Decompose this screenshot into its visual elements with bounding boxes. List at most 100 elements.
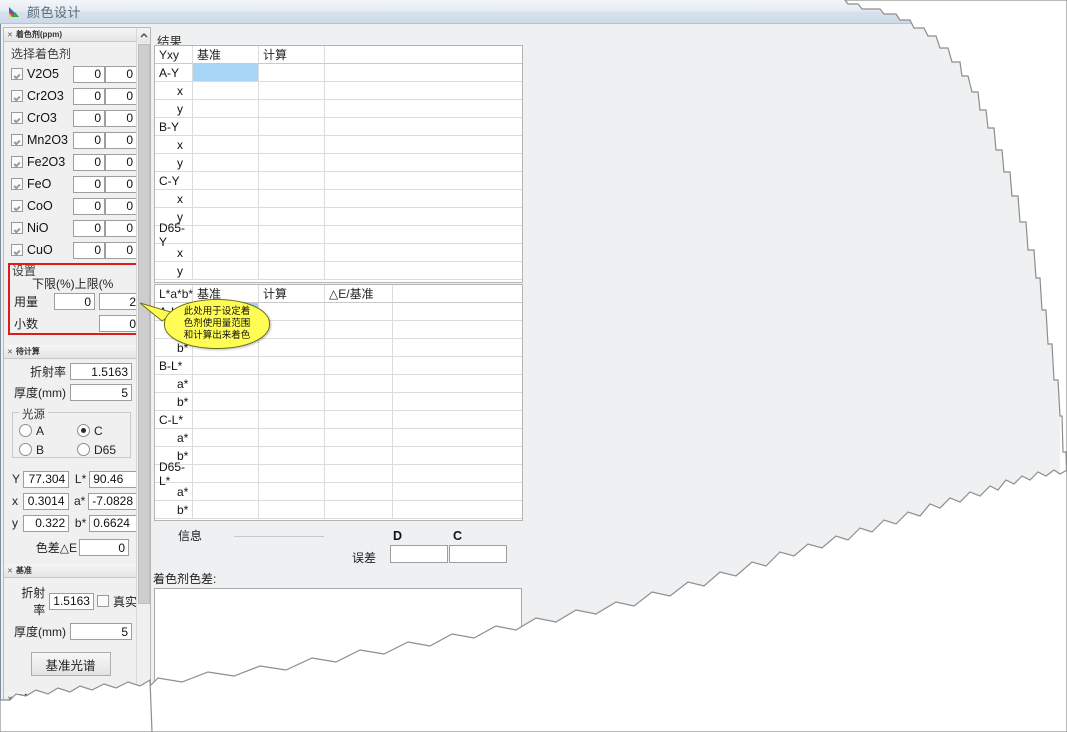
colorant-lower-Cr2O3[interactable]: 0 <box>73 87 105 105</box>
table-row[interactable]: a* <box>155 483 522 501</box>
error-c-input[interactable] <box>449 545 507 563</box>
colorant-lower-FeO[interactable]: 0 <box>73 175 105 193</box>
table-row[interactable]: B-Y <box>155 118 522 136</box>
refractive-index-input[interactable]: 1.5163 <box>70 363 132 380</box>
colorant-upper-Cr2O3[interactable]: 0 <box>105 87 137 105</box>
cell-calc[interactable] <box>259 100 325 118</box>
table-row[interactable]: y <box>155 100 522 118</box>
cell-base[interactable] <box>193 375 259 393</box>
cell-base[interactable] <box>193 465 259 483</box>
table-row[interactable]: y <box>155 208 522 226</box>
table-row[interactable]: b* <box>155 393 522 411</box>
cell-base[interactable] <box>193 429 259 447</box>
cell-calc[interactable] <box>259 429 325 447</box>
cell-base[interactable] <box>193 244 259 262</box>
cell-base[interactable] <box>193 100 259 118</box>
cell-base[interactable] <box>193 82 259 100</box>
section-header-standard[interactable]: ✕ 基准 <box>4 564 140 578</box>
scroll-up-arrow-icon[interactable] <box>137 28 150 43</box>
cell-base[interactable] <box>193 357 259 375</box>
cell-delta-e[interactable] <box>325 375 393 393</box>
cell-calc[interactable] <box>259 483 325 501</box>
cell-delta-e[interactable] <box>325 501 393 519</box>
cell-delta-e[interactable] <box>325 429 393 447</box>
colorant-upper-CrO3[interactable]: 0 <box>105 109 137 127</box>
cell-delta-e[interactable] <box>325 357 393 375</box>
cell-calc[interactable] <box>259 172 325 190</box>
radio-light-b[interactable]: B <box>19 440 77 459</box>
table-row[interactable]: A-Y <box>155 64 522 82</box>
cell-calc[interactable] <box>259 501 325 519</box>
table-row[interactable]: x <box>155 244 522 262</box>
cell-base[interactable] <box>193 411 259 429</box>
cell-calc[interactable] <box>259 262 325 280</box>
section-header-colorant[interactable]: ✕ 着色剂(ppm) <box>4 28 140 42</box>
colorant-checkbox-V2O5[interactable] <box>11 68 23 80</box>
cell-delta-e[interactable] <box>325 483 393 501</box>
left-panel-scrollbar[interactable] <box>136 28 150 728</box>
standard-refractive-input[interactable]: 1.5163 <box>49 592 94 610</box>
cell-base[interactable] <box>193 136 259 154</box>
measure-input-0[interactable]: 77.304 <box>23 470 70 488</box>
cell-base[interactable] <box>193 64 259 82</box>
cell-base[interactable] <box>193 501 259 519</box>
table-row[interactable]: b* <box>155 447 522 465</box>
cell-delta-e[interactable] <box>325 447 393 465</box>
cell-base[interactable] <box>193 393 259 411</box>
table-row[interactable]: x <box>155 136 522 154</box>
measure-input2-2[interactable]: 0.6624 <box>89 514 137 532</box>
cell-base[interactable] <box>193 172 259 190</box>
scrollbar-thumb[interactable] <box>138 44 150 604</box>
colorant-checkbox-FeO[interactable] <box>11 178 23 190</box>
measure-input-1[interactable]: 0.3014 <box>23 492 69 510</box>
measure-input2-1[interactable]: -7.0828 <box>88 492 137 510</box>
table-row[interactable]: B-L* <box>155 357 522 375</box>
cell-delta-e[interactable] <box>325 393 393 411</box>
cell-calc[interactable] <box>259 118 325 136</box>
colorant-checkbox-Fe2O3[interactable] <box>11 156 23 168</box>
colorant-lower-Fe2O3[interactable]: 0 <box>73 153 105 171</box>
standard-spectrum-button[interactable]: 基准光谱 <box>30 652 111 676</box>
amount-upper-input[interactable]: 2 <box>99 293 140 310</box>
radio-light-c[interactable]: C <box>77 421 116 440</box>
section-header-calc[interactable]: ✕ 计算 <box>4 692 140 706</box>
standard-thickness-input[interactable]: 5 <box>70 623 132 640</box>
cell-calc[interactable] <box>259 411 325 429</box>
table-row[interactable]: D65-L* <box>155 460 522 488</box>
table-row[interactable]: a* <box>155 375 522 393</box>
colorant-checkbox-NiO[interactable] <box>11 222 23 234</box>
cell-delta-e[interactable] <box>325 411 393 429</box>
cell-delta-e[interactable] <box>325 321 393 339</box>
colorant-checkbox-Cr2O3[interactable] <box>11 90 23 102</box>
cell-calc[interactable] <box>259 393 325 411</box>
table-row[interactable]: x <box>155 82 522 100</box>
cell-calc[interactable] <box>259 465 325 483</box>
cell-base[interactable] <box>193 226 259 244</box>
cell-base[interactable] <box>193 190 259 208</box>
colorant-lower-V2O5[interactable]: 0 <box>73 65 105 83</box>
cell-base[interactable] <box>193 483 259 501</box>
cell-calc[interactable] <box>259 244 325 262</box>
real-checkbox[interactable] <box>96 595 109 607</box>
cell-calc[interactable] <box>259 154 325 172</box>
radio-light-a[interactable]: A <box>19 421 77 440</box>
error-d-input[interactable] <box>390 545 448 563</box>
table-row[interactable]: a* <box>155 429 522 447</box>
cell-base[interactable] <box>193 447 259 465</box>
cell-delta-e[interactable] <box>325 339 393 357</box>
yxy-results-table[interactable]: Yxy 基准 计算 A-Y x y B-Y x y C-Y x y D65-Y x y <box>154 45 523 283</box>
measure-input2-0[interactable]: 90.46 <box>89 470 137 488</box>
colorant-lower-CrO3[interactable]: 0 <box>73 109 105 127</box>
cell-delta-e[interactable] <box>325 465 393 483</box>
amount-lower-input[interactable]: 0 <box>54 293 95 310</box>
table-row[interactable]: y <box>155 262 522 280</box>
table-row[interactable]: C-Y <box>155 172 522 190</box>
colorant-lower-CoO[interactable]: 0 <box>73 197 105 215</box>
colorant-upper-Mn2O3[interactable]: 0 <box>105 131 137 149</box>
delta-e-input[interactable]: 0 <box>79 539 129 556</box>
colorant-upper-NiO[interactable]: 0 <box>105 219 137 237</box>
cell-calc[interactable] <box>259 190 325 208</box>
colorant-upper-FeO[interactable]: 0 <box>105 175 137 193</box>
colorant-checkbox-Mn2O3[interactable] <box>11 134 23 146</box>
colorant-diff-textarea[interactable] <box>154 588 522 729</box>
